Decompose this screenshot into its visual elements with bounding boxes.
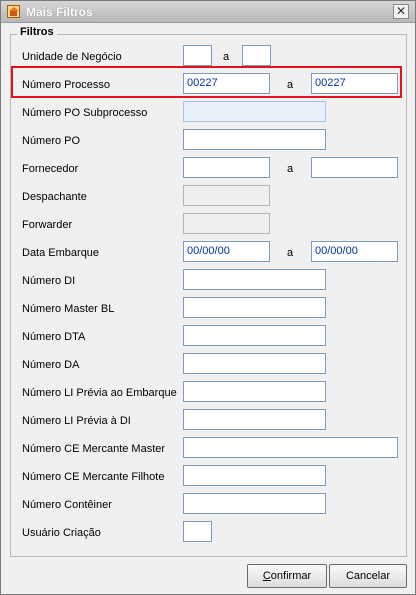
data-embarque-from-input[interactable]: 00/00/00: [183, 241, 270, 262]
numero-conteiner-label: Número Contêiner: [22, 499, 112, 511]
range-separator: a: [223, 51, 230, 63]
numero-li-previa-embarque-label: Número LI Prévia ao Embarque: [22, 387, 177, 399]
numero-ce-mercante-filhote-input[interactable]: [183, 465, 326, 486]
range-separator: a: [287, 79, 294, 91]
usuario-criacao-input[interactable]: [183, 521, 212, 542]
title-bar: Mais Filtros ✕: [1, 1, 415, 23]
house-icon: [7, 5, 20, 18]
numero-processo-to-input[interactable]: 00227: [311, 73, 398, 94]
numero-da-label: Número DA: [22, 359, 80, 371]
window-title: Mais Filtros: [26, 5, 93, 19]
filters-group-title: Filtros: [17, 26, 57, 38]
usuario-criacao-label: Usuário Criação: [22, 527, 101, 539]
despachante-label: Despachante: [22, 191, 87, 203]
range-separator: a: [287, 163, 294, 175]
forwarder-label: Forwarder: [22, 219, 73, 231]
numero-ce-mercante-filhote-label: Número CE Mercante Filhote: [22, 471, 165, 483]
numero-master-bl-label: Número Master BL: [22, 303, 115, 315]
mais-filtros-dialog: Mais Filtros ✕ Filtros Unidade de Negóci…: [0, 0, 416, 595]
numero-li-previa-di-input[interactable]: [183, 409, 326, 430]
cancel-label: Cancelar: [345, 570, 391, 582]
range-separator: a: [287, 247, 294, 259]
numero-ce-mercante-master-input[interactable]: [183, 437, 398, 458]
numero-po-label: Número PO: [22, 135, 81, 147]
numero-processo-label: Número Processo: [22, 79, 111, 91]
numero-po-subprocesso-label: Número PO Subprocesso: [22, 107, 148, 119]
numero-po-input[interactable]: [183, 129, 326, 150]
data-embarque-to-input[interactable]: 00/00/00: [311, 241, 398, 262]
fornecedor-from-input[interactable]: [183, 157, 270, 178]
unidade-negocio-to-input[interactable]: [242, 45, 271, 66]
fornecedor-label: Fornecedor: [22, 163, 79, 175]
unidade-negocio-label: Unidade de Negócio: [22, 51, 122, 63]
close-icon[interactable]: ✕: [393, 4, 409, 19]
numero-master-bl-input[interactable]: [183, 297, 326, 318]
confirm-mnemonic: C: [262, 570, 271, 582]
fornecedor-to-input[interactable]: [311, 157, 398, 178]
forwarder-input[interactable]: [183, 213, 270, 234]
confirm-button[interactable]: Confirmar: [247, 564, 327, 588]
numero-processo-from-input[interactable]: 00227: [183, 73, 270, 94]
numero-li-previa-embarque-input[interactable]: [183, 381, 326, 402]
numero-dta-input[interactable]: [183, 325, 326, 346]
data-embarque-label: Data Embarque: [22, 247, 100, 259]
numero-dta-label: Número DTA: [22, 331, 86, 343]
numero-li-previa-di-label: Número LI Prévia à DI: [22, 415, 131, 427]
despachante-input[interactable]: [183, 185, 270, 206]
confirm-label: onfirmar: [270, 570, 312, 582]
cancel-button[interactable]: Cancelar: [329, 564, 407, 588]
numero-ce-mercante-master-label: Número CE Mercante Master: [22, 443, 166, 455]
numero-da-input[interactable]: [183, 353, 326, 374]
numero-conteiner-input[interactable]: [183, 493, 326, 514]
numero-di-label: Número DI: [22, 275, 76, 287]
numero-po-subprocesso-input[interactable]: [183, 101, 326, 122]
unidade-negocio-from-input[interactable]: [183, 45, 212, 66]
numero-di-input[interactable]: [183, 269, 326, 290]
